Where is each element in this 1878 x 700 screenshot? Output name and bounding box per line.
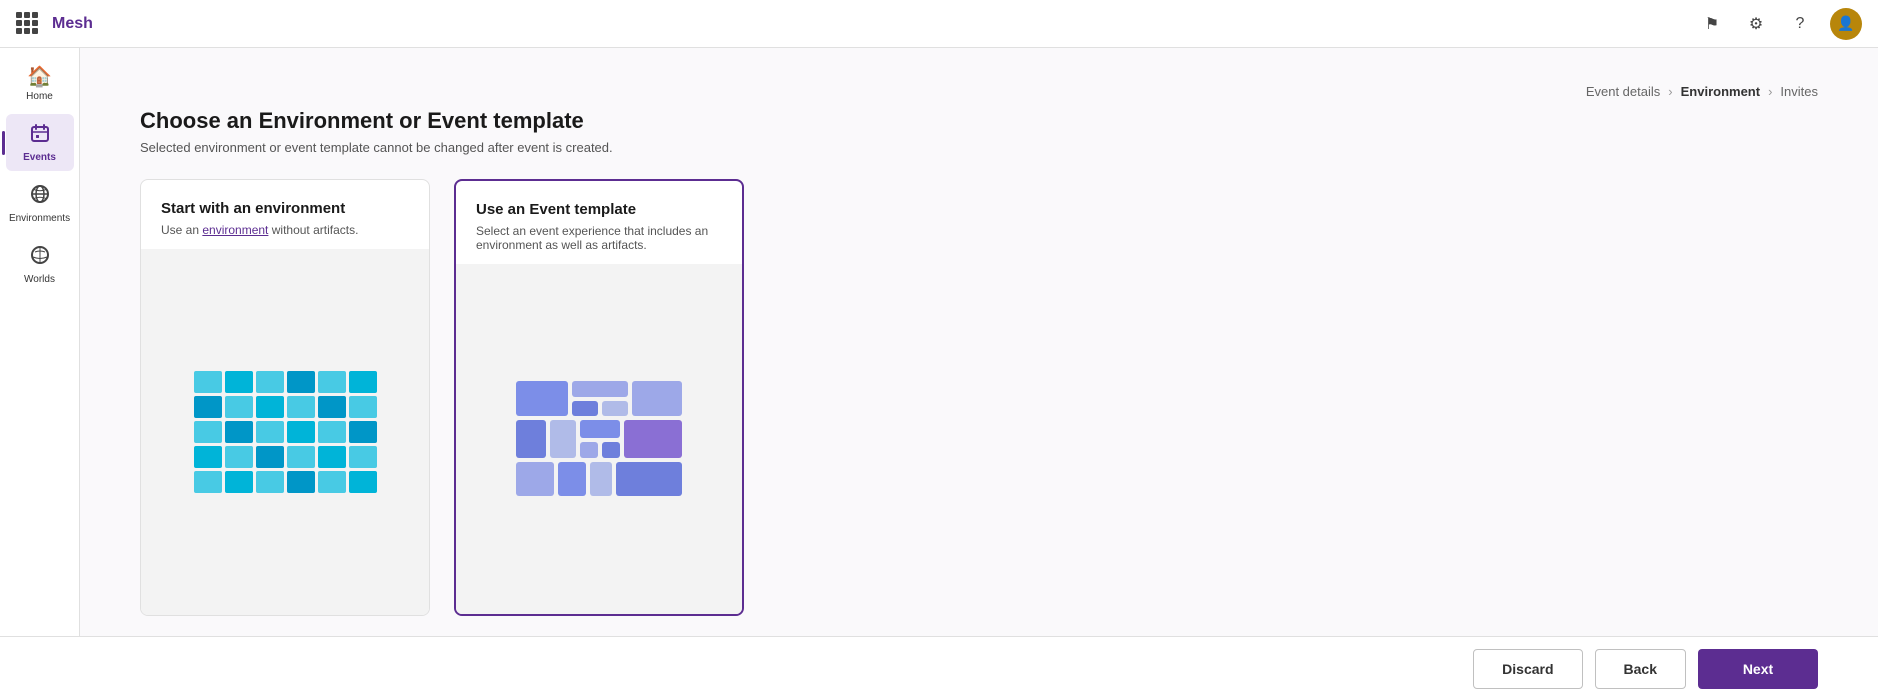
breadcrumb-invites: Invites [1780,84,1818,99]
breadcrumb-sep-2: › [1768,84,1772,99]
discard-button[interactable]: Discard [1473,649,1582,689]
card-environment[interactable]: Start with an environment Use an environ… [140,179,430,616]
next-button[interactable]: Next [1698,649,1818,689]
sidebar-label-home: Home [26,91,53,102]
environment-grid [194,371,377,493]
card-environment-desc-plain: Use an [161,223,202,237]
home-icon: 🏠 [27,64,52,89]
content-area: Event details › Environment › Invites Ch… [80,48,1878,636]
card-environment-desc-suffix: without artifacts. [268,223,358,237]
settings-icon[interactable]: ⚙ [1742,10,1770,38]
sidebar-label-environments: Environments [9,213,70,224]
sidebar-label-worlds: Worlds [24,274,55,285]
sidebar-item-environments[interactable]: Environments [6,175,74,232]
card-event-template-header: Use an Event template Select an event ex… [456,181,742,264]
card-event-template-desc: Select an event experience that includes… [476,224,722,252]
sidebar: 🏠 Home Events [0,48,80,636]
breadcrumb-event-details: Event details [1586,84,1660,99]
breadcrumb-environment: Environment [1681,84,1760,99]
card-environment-desc: Use an environment without artifacts. [161,223,409,237]
avatar[interactable]: 👤 [1830,8,1862,40]
topbar: Mesh ⚑ ⚙ ? 👤 [0,0,1878,48]
page-header: Choose an Environment or Event template … [140,108,1818,155]
sidebar-item-worlds[interactable]: Worlds [6,236,74,293]
card-event-template[interactable]: Use an Event template Select an event ex… [454,179,744,616]
card-event-template-title: Use an Event template [476,201,722,218]
events-icon [29,122,51,150]
event-template-mosaic [514,379,684,499]
card-environment-title: Start with an environment [161,200,409,217]
sidebar-item-events[interactable]: Events [6,114,74,171]
bottom-bar: Discard Back Next [0,636,1878,700]
app-title: Mesh [52,15,1698,33]
sidebar-label-events: Events [23,152,56,163]
main-layout: 🏠 Home Events [0,48,1878,636]
page-title: Choose an Environment or Event template [140,108,1818,134]
card-environment-header: Start with an environment Use an environ… [141,180,429,249]
grid-icon[interactable] [16,12,40,36]
card-environment-image [141,249,429,615]
page-subtitle: Selected environment or event template c… [140,140,1818,155]
breadcrumb-sep-1: › [1668,84,1672,99]
worlds-icon [29,244,51,272]
environment-link[interactable]: environment [202,223,268,237]
breadcrumb: Event details › Environment › Invites [1586,84,1818,99]
cards-container: Start with an environment Use an environ… [140,179,1818,616]
sidebar-item-home[interactable]: 🏠 Home [6,56,74,110]
back-button[interactable]: Back [1595,649,1686,689]
topbar-actions: ⚑ ⚙ ? 👤 [1698,8,1862,40]
flag-icon[interactable]: ⚑ [1698,10,1726,38]
environments-icon [29,183,51,211]
help-icon[interactable]: ? [1786,10,1814,38]
card-event-template-image [456,264,742,614]
